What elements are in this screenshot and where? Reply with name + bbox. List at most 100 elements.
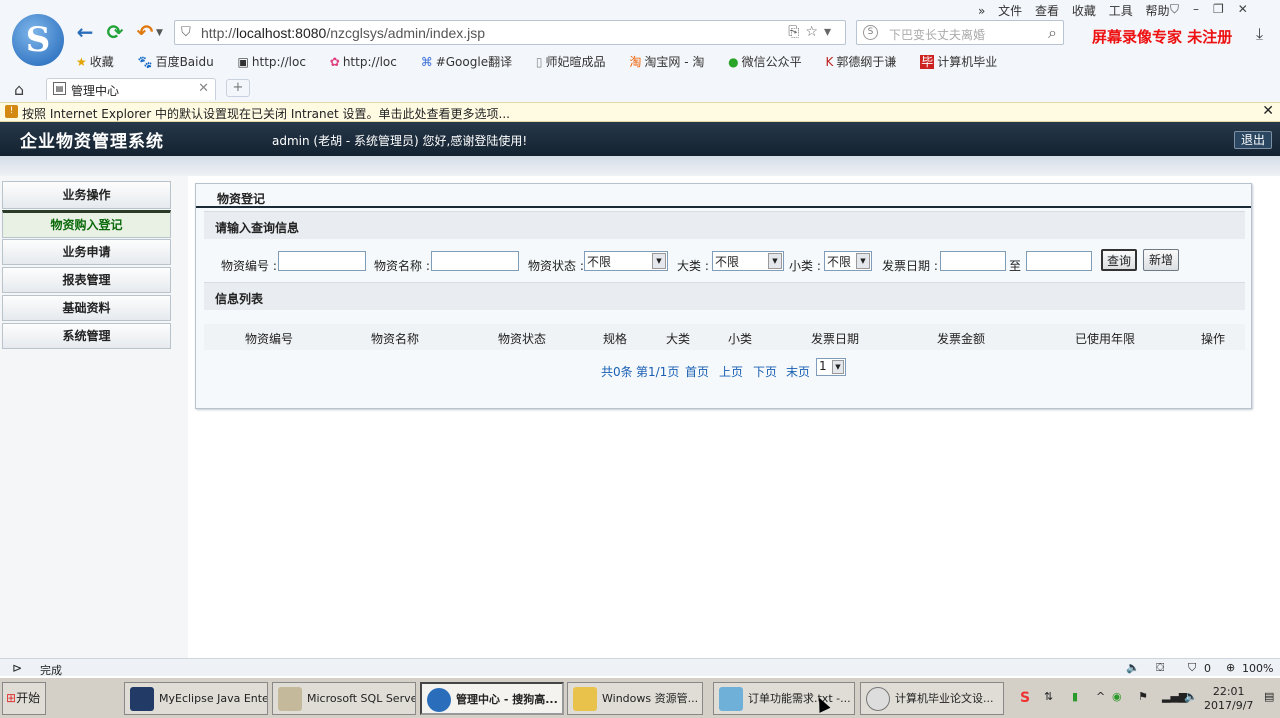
col-actions: 操作 (1201, 332, 1226, 346)
wechat-icon: ● (728, 55, 739, 69)
close-icon[interactable]: ✕ (198, 81, 209, 96)
pager-prev-link[interactable]: 上页 (719, 363, 743, 380)
fav-item-wechat[interactable]: ● 微信公众平 (728, 55, 812, 69)
address-bar[interactable]: ⛉ http://localhost:8080/nzcglsys/admin/i… (174, 20, 846, 45)
notification-icon[interactable]: ▤ (1264, 690, 1274, 703)
col-subcategory: 小类 (728, 332, 753, 346)
subcategory-select[interactable]: 不限 ▼ (824, 251, 872, 271)
chevron-down-icon[interactable]: ▼ (768, 253, 782, 269)
sidebar-item-system[interactable]: 系统管理 (2, 323, 171, 349)
pager-next-link[interactable]: 下页 (753, 363, 777, 380)
fav-item-favorites[interactable]: ★ 收藏 (76, 55, 124, 69)
translate-icon: ⌘ (420, 55, 433, 69)
sidebar-toggle-icon[interactable]: ⊳ (12, 661, 22, 675)
fav-item-shifeixuan[interactable]: ▯ 师妃暄成品 (536, 55, 616, 69)
speaker-icon[interactable]: 🔈 (1126, 661, 1140, 674)
start-button[interactable]: ⊞开始 (2, 682, 46, 715)
myeclipse-icon (130, 687, 154, 711)
shield-count-icon[interactable]: ⛉ (1188, 661, 1196, 675)
pager-last-link[interactable]: 末页 (786, 363, 810, 380)
address-bar-icons[interactable]: ⎘☆▾ (788, 24, 837, 40)
search-engine-icon[interactable]: S (863, 25, 878, 40)
clock[interactable]: 22:01 2017/9/7 (1204, 685, 1253, 713)
compat-icon[interactable]: ⎘ (788, 24, 805, 40)
language-icon[interactable]: ⇅ (1044, 690, 1053, 703)
browser-chrome: S ← ⟳ ↶ ▼ ⛉ http://localhost:8080/nzcgls… (0, 0, 1280, 122)
search-input[interactable]: 下巴变长丈夫离婚 (889, 26, 985, 43)
menu-favorites[interactable]: 收藏 (1072, 4, 1096, 18)
zoom-icon[interactable]: ⊕ (1226, 661, 1235, 674)
sidebar-item-business-apply[interactable]: 业务申请 (2, 239, 171, 265)
new-tab-button[interactable]: + (226, 79, 250, 97)
info-bar[interactable]: ! 按照 Internet Explorer 中的默认设置现在已关闭 Intra… (0, 102, 1280, 122)
volume-icon[interactable]: 🔈 (1184, 690, 1198, 703)
query-button[interactable]: 查询 (1101, 249, 1137, 271)
task-windows-explorer[interactable]: Windows 资源管... (567, 682, 703, 715)
menu-view[interactable]: 查看 (1035, 4, 1059, 18)
sidebar-item-basic-data[interactable]: 基础资料 (2, 295, 171, 321)
search-box[interactable]: S 下巴变长丈夫离婚 ⌕ (856, 20, 1064, 45)
fav-item-google-translate[interactable]: ⌘ #Google翻译 (421, 55, 522, 69)
query-section-header: 请输入查询信息 (204, 211, 1245, 239)
taskbar: ⊞开始 MyEclipse Java Ente... Microsoft SQL… (0, 677, 1280, 718)
menu-expand-icon[interactable]: » (978, 4, 985, 18)
add-button[interactable]: 新增 (1143, 249, 1179, 271)
tab-admin-center[interactable]: ▤ 管理中心 ✕ (46, 78, 216, 100)
page-select[interactable]: 1 ▼ (816, 358, 846, 376)
task-myeclipse[interactable]: MyEclipse Java Ente... (124, 682, 268, 715)
minimize-icon[interactable]: – (1193, 2, 1213, 16)
action-center-icon[interactable]: ⚑ (1138, 690, 1148, 703)
restore-icon[interactable]: ❐ (1213, 2, 1238, 16)
sidebar-item-purchase-register[interactable]: 物资购入登记 (2, 210, 171, 238)
fav-item-baidu[interactable]: 🐾 百度Baidu (138, 55, 224, 69)
chevron-down-icon[interactable]: ▼ (832, 360, 844, 374)
refresh-icon[interactable]: ⟳ (104, 21, 126, 43)
status-select[interactable]: 不限 ▼ (584, 251, 668, 271)
task-thesis[interactable]: 计算机毕业论文设... (860, 682, 1004, 715)
skin-icon[interactable]: ⛉ (1170, 2, 1193, 16)
date-to-input[interactable] (1026, 251, 1092, 271)
close-icon[interactable]: ✕ (1238, 2, 1262, 16)
safety-icon[interactable]: ⛋ (1156, 661, 1164, 675)
sidebar-header[interactable]: 业务操作 (2, 181, 171, 209)
info-bar-text[interactable]: 按照 Internet Explorer 中的默认设置现在已关闭 Intrane… (22, 105, 510, 122)
fav-item-localhost-1[interactable]: ▣ http://loc (238, 55, 316, 69)
sogou-input-icon[interactable]: S (1020, 690, 1030, 706)
url-text[interactable]: http://localhost:8080/nzcglsys/admin/ind… (201, 25, 485, 41)
fav-item-thesis[interactable]: 毕计算机毕业 (920, 55, 1007, 69)
network-icon[interactable]: ◉ (1112, 690, 1122, 703)
col-category: 大类 (666, 332, 691, 346)
back-arrow-icon[interactable]: ← (74, 21, 96, 43)
home-icon[interactable]: ⌂ (14, 80, 24, 99)
fav-item-localhost-2[interactable]: ✿ http://loc (330, 55, 407, 69)
date-from-input[interactable] (940, 251, 1006, 271)
undo-icon[interactable]: ↶ (134, 21, 156, 43)
close-icon[interactable]: ✕ (1262, 103, 1274, 119)
task-notepad[interactable]: 订单功能需求.txt -... (713, 682, 855, 715)
logout-button[interactable]: 退出 (1234, 131, 1272, 149)
name-input[interactable] (431, 251, 519, 271)
sogou-logo-icon[interactable]: S (12, 14, 64, 66)
chevron-down-icon[interactable]: ▼ (156, 28, 163, 38)
fav-item-taobao[interactable]: 淘淘宝网 - 淘 (629, 55, 714, 69)
fav-item-guodegang[interactable]: K 郭德纲于谦 (826, 55, 907, 69)
menu-file[interactable]: 文件 (998, 4, 1022, 18)
zoom-level[interactable]: 100% (1242, 662, 1273, 675)
chevron-down-icon[interactable]: ▾ (824, 24, 837, 40)
star-icon[interactable]: ☆ (805, 24, 824, 40)
menu-help[interactable]: 帮助 (1146, 4, 1170, 18)
pager-first-link[interactable]: 首页 (685, 363, 709, 380)
search-icon[interactable]: ⌕ (1048, 23, 1057, 43)
chevron-down-icon[interactable]: ▼ (652, 253, 666, 269)
task-admin-center[interactable]: 管理中心 - 搜狗高... (420, 682, 564, 715)
tray-expand-icon[interactable]: ^ (1096, 690, 1105, 703)
download-icon[interactable]: ⤓ (1256, 24, 1263, 44)
menu-tools[interactable]: 工具 (1109, 4, 1133, 18)
task-sql-server[interactable]: Microsoft SQL Serve... (272, 682, 416, 715)
sidebar-item-reports[interactable]: 报表管理 (2, 267, 171, 293)
category-select[interactable]: 不限 ▼ (712, 251, 784, 271)
label-code: 物资编号 : (221, 259, 277, 273)
code-input[interactable] (278, 251, 366, 271)
battery-icon[interactable]: ▮ (1072, 690, 1078, 703)
chevron-down-icon[interactable]: ▼ (856, 253, 870, 269)
